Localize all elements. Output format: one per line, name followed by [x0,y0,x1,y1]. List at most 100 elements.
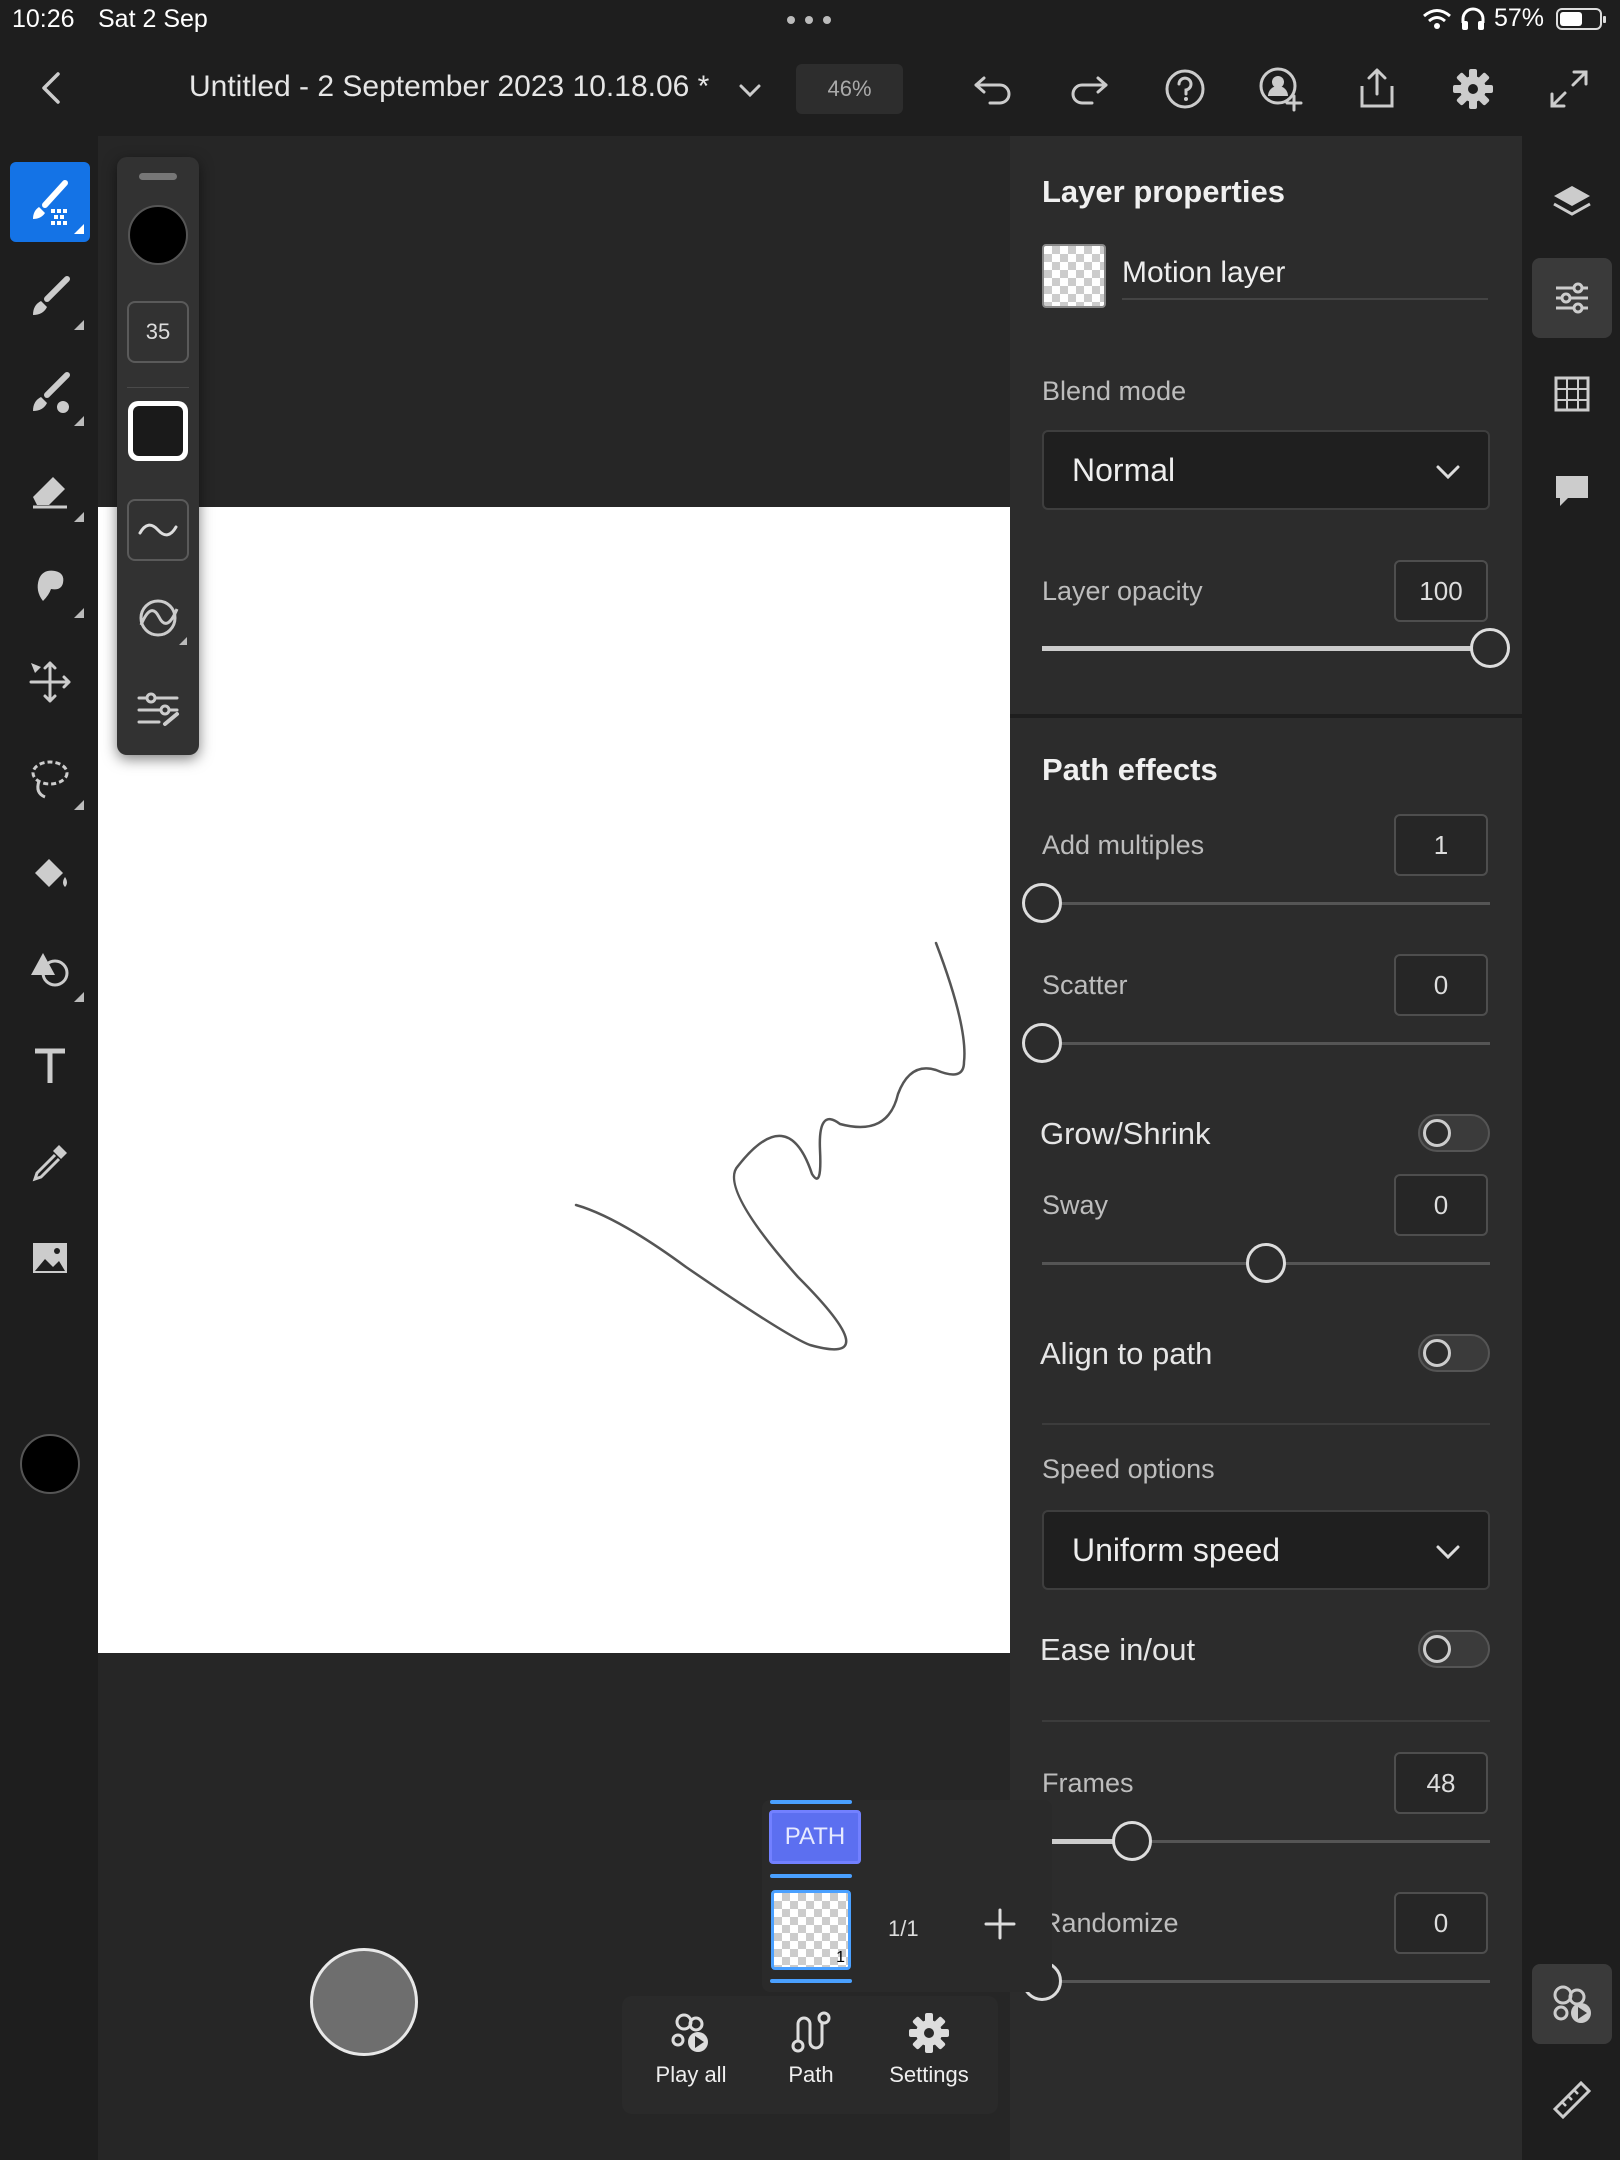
motion-settings-button[interactable]: Settings [874,2010,984,2100]
align-to-path-label: Align to path [1040,1336,1213,1371]
move-icon[interactable] [10,642,90,722]
status-date: Sat 2 Sep [98,5,208,33]
timeline-panel: PATH 1 1/1 [762,1800,1052,1992]
scatter-label: Scatter [1042,970,1128,1000]
layer-name-field[interactable]: Motion layer [1122,256,1488,300]
multitasking-dots-icon[interactable] [787,16,831,24]
add-multiples-input[interactable]: 1 [1394,814,1488,876]
panel-rail [1522,136,1620,2160]
help-icon[interactable] [1162,66,1208,112]
chevron-down-icon [1436,1545,1460,1560]
shapes-icon[interactable] [10,930,90,1010]
tool-bar [0,136,98,2160]
speed-options-select[interactable]: Uniform speed [1042,1510,1490,1590]
chevron-down-icon[interactable] [735,76,765,106]
fill-icon[interactable] [10,834,90,914]
brush-settings-icon[interactable] [127,677,189,739]
timeline-marker [770,1800,852,1804]
path-chip[interactable]: PATH [769,1810,861,1864]
ease-in-out-label: Ease in/out [1040,1632,1196,1667]
record-button[interactable] [310,1948,418,2056]
settings-label: Settings [889,2062,969,2087]
randomize-slider[interactable] [1022,1961,1490,2001]
redo-icon[interactable] [1066,66,1112,112]
invite-icon[interactable] [1258,66,1304,112]
eyedropper-icon[interactable] [10,1122,90,1202]
layer-properties-title: Layer properties [1042,174,1285,209]
sway-slider[interactable] [1042,1243,1490,1283]
predictive-stroke-icon[interactable] [127,587,189,649]
properties-icon[interactable] [1532,258,1612,338]
add-frame-icon[interactable] [980,1904,1020,1944]
undo-icon[interactable] [970,66,1016,112]
pixel-brush-icon[interactable] [10,258,90,338]
layer-opacity-input[interactable]: 100 [1394,560,1488,622]
frame-count: 1/1 [888,1916,919,1941]
path-label: Path [788,2062,834,2087]
layer-opacity-label: Layer opacity [1042,576,1203,606]
zoom-level[interactable]: 46% [796,64,903,114]
eraser-icon[interactable] [10,450,90,530]
layer-thumbnail [1042,244,1106,308]
brush-opacity[interactable] [128,401,188,461]
randomize-input[interactable]: 0 [1394,1892,1488,1954]
lasso-icon[interactable] [10,738,90,818]
add-multiples-label: Add multiples [1042,830,1205,860]
brush-color[interactable] [128,205,188,265]
ruler-icon[interactable] [1532,2060,1612,2140]
properties-panel: Layer properties Motion layer Blend mode… [1010,136,1522,2160]
brush-quick-panel: 35 [117,157,199,755]
image-icon[interactable] [10,1218,90,1298]
settings-icon[interactable] [1450,66,1496,112]
brush-size[interactable]: 35 [127,301,189,363]
headphones-icon [1461,7,1485,30]
frames-label: Frames [1042,1768,1134,1798]
vector-brush-icon[interactable] [10,354,90,434]
grid-icon[interactable] [1532,354,1612,434]
add-multiples-slider[interactable] [1022,883,1490,923]
ease-in-out-toggle[interactable] [1418,1630,1490,1668]
smoothing-icon[interactable] [127,499,189,561]
speed-options-label: Speed options [1042,1454,1215,1484]
play-all-icon [671,2013,708,2052]
fullscreen-icon[interactable] [1546,66,1592,112]
align-to-path-toggle[interactable] [1418,1334,1490,1372]
sway-label: Sway [1042,1190,1109,1220]
speed-options-value: Uniform speed [1072,1532,1281,1568]
divider [1042,1423,1490,1425]
frames-slider[interactable] [1042,1821,1490,1861]
path-button[interactable]: Path [756,2010,866,2100]
artboard[interactable] [98,507,1010,1653]
frame-thumbnail[interactable]: 1 [771,1890,851,1970]
grow-shrink-toggle[interactable] [1418,1114,1490,1152]
wifi-icon [1422,8,1451,29]
layers-icon[interactable] [1532,162,1612,242]
grow-shrink-label: Grow/Shrink [1040,1116,1211,1151]
back-icon[interactable] [34,68,70,108]
play-all-button[interactable]: Play all [636,2010,746,2100]
randomize-label: Randomize [1042,1908,1179,1938]
scatter-input[interactable]: 0 [1394,954,1488,1016]
smudge-icon[interactable] [10,546,90,626]
comments-icon[interactable] [1532,450,1612,530]
share-icon[interactable] [1354,66,1400,112]
status-time: 10:26 [12,5,75,33]
scatter-slider[interactable] [1022,1023,1490,1063]
brush-tool-icon[interactable] [10,162,90,242]
layer-opacity-slider[interactable] [1042,628,1510,668]
document-title[interactable]: Untitled - 2 September 2023 10.18.06 * [189,70,709,104]
battery-percent: 57% [1493,4,1544,32]
frame-number: 1 [836,1949,845,1966]
text-icon[interactable] [10,1026,90,1106]
blend-mode-value: Normal [1072,452,1176,488]
drawn-stroke[interactable] [98,507,1010,1653]
panel-grip[interactable] [139,173,177,180]
motion-icon[interactable] [1532,1964,1612,2044]
blend-mode-label: Blend mode [1042,376,1187,406]
color-picker-swatch[interactable] [10,1424,90,1504]
sway-input[interactable]: 0 [1394,1174,1488,1236]
blend-mode-select[interactable]: Normal [1042,430,1490,510]
section-divider [1010,714,1522,718]
status-bar: 10:26 Sat 2 Sep 57% [0,0,1620,40]
frames-input[interactable]: 48 [1394,1752,1488,1814]
